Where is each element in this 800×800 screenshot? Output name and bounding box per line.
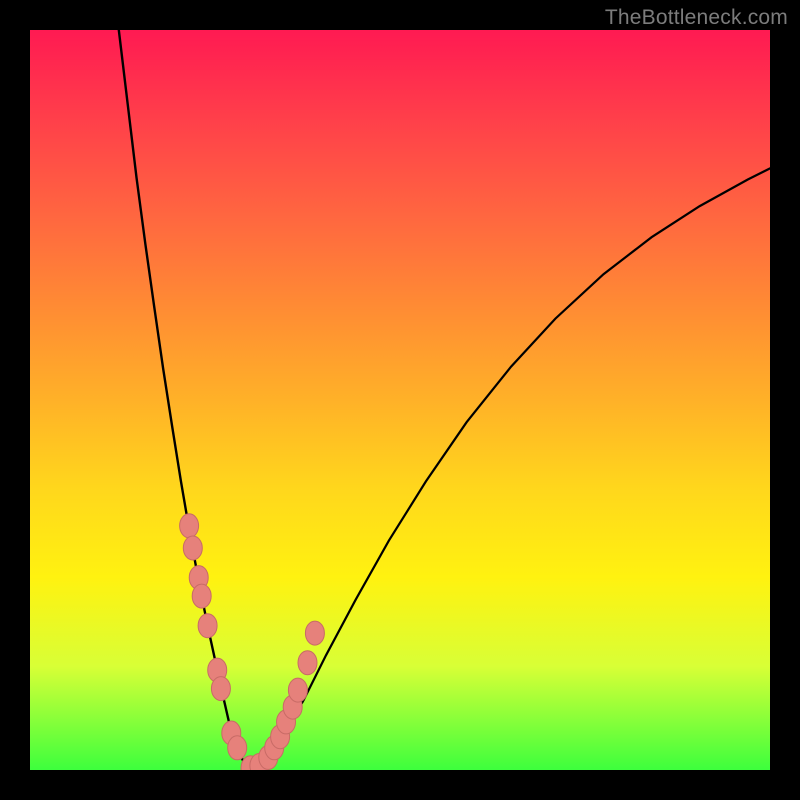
plot-area xyxy=(30,30,770,770)
chart-svg xyxy=(30,30,770,770)
curve-right xyxy=(252,168,770,768)
marker-point xyxy=(288,678,307,702)
marker-point xyxy=(180,514,199,538)
marker-point xyxy=(228,736,247,760)
curve-left xyxy=(119,30,252,769)
marker-point xyxy=(183,536,202,560)
marker-group xyxy=(180,514,325,770)
marker-point xyxy=(211,677,230,701)
marker-point xyxy=(305,621,324,645)
marker-point xyxy=(298,651,317,675)
marker-point xyxy=(192,584,211,608)
chart-frame: TheBottleneck.com xyxy=(0,0,800,800)
watermark-text: TheBottleneck.com xyxy=(605,6,788,30)
marker-point xyxy=(198,614,217,638)
